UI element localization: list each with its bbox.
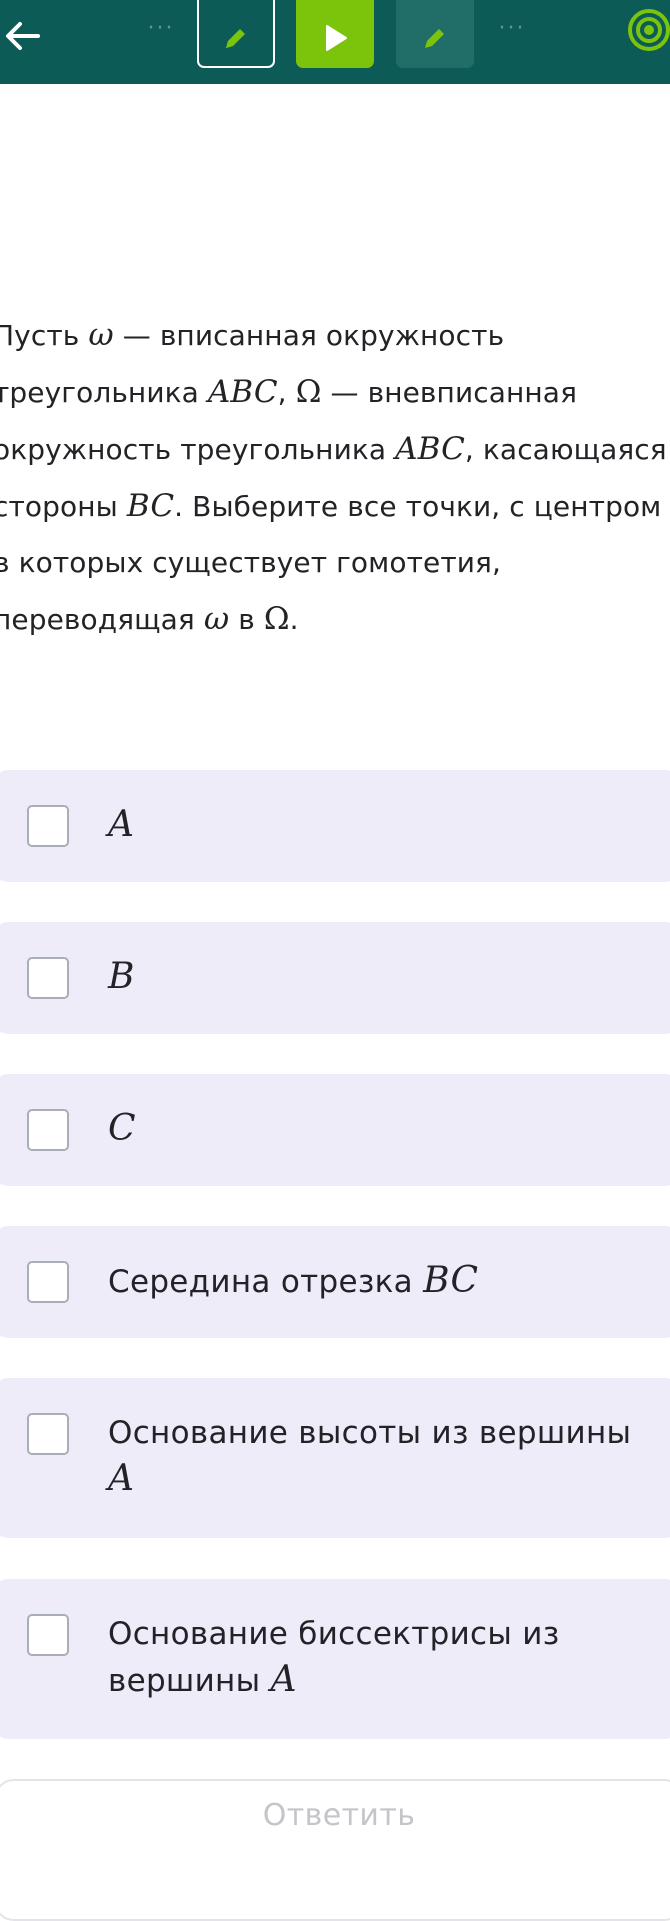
more-steps-indicator: ··· — [147, 15, 175, 41]
option-checkbox[interactable] — [27, 1413, 69, 1455]
play-icon — [326, 25, 347, 51]
submit-answer-label: Ответить — [262, 1798, 416, 1833]
progress-indicator[interactable] — [622, 6, 670, 54]
option-altitude-foot[interactable]: Основание высоты из вершины A — [0, 1378, 670, 1538]
target-icon — [628, 9, 670, 51]
option-label: B — [108, 956, 135, 997]
submit-answer-button[interactable]: Ответить — [0, 1779, 670, 1921]
option-bisector-foot[interactable]: Основание биссектрисы из вершины A — [0, 1579, 670, 1739]
option-label: C — [108, 1108, 136, 1149]
pencil-icon — [425, 29, 444, 48]
step-3-button[interactable] — [396, 0, 474, 68]
option-b[interactable]: B — [0, 922, 670, 1034]
option-label: A — [108, 804, 135, 845]
question-text: Пусть ω — вписанная окружность треугольн… — [0, 317, 667, 637]
option-label: Основание биссектрисы из вершины A — [108, 1616, 560, 1700]
option-label: Основание высоты из вершины A — [108, 1415, 632, 1499]
option-label: Середина отрезка BC — [108, 1260, 479, 1301]
option-checkbox[interactable] — [27, 1614, 69, 1656]
top-bar: ··· ··· — [0, 0, 670, 84]
step-1-button[interactable] — [197, 0, 275, 68]
step-2-button[interactable] — [296, 0, 374, 68]
back-button[interactable] — [0, 8, 44, 64]
more-steps-indicator: ··· — [498, 15, 526, 41]
pencil-icon — [226, 29, 245, 48]
option-checkbox[interactable] — [27, 805, 69, 847]
arrow-left-icon — [6, 22, 40, 50]
option-a[interactable]: A — [0, 770, 670, 882]
option-midpoint-bc[interactable]: Середина отрезка BC — [0, 1226, 670, 1338]
option-c[interactable]: C — [0, 1074, 670, 1186]
option-checkbox[interactable] — [27, 1261, 69, 1303]
option-checkbox[interactable] — [27, 1109, 69, 1151]
option-checkbox[interactable] — [27, 957, 69, 999]
